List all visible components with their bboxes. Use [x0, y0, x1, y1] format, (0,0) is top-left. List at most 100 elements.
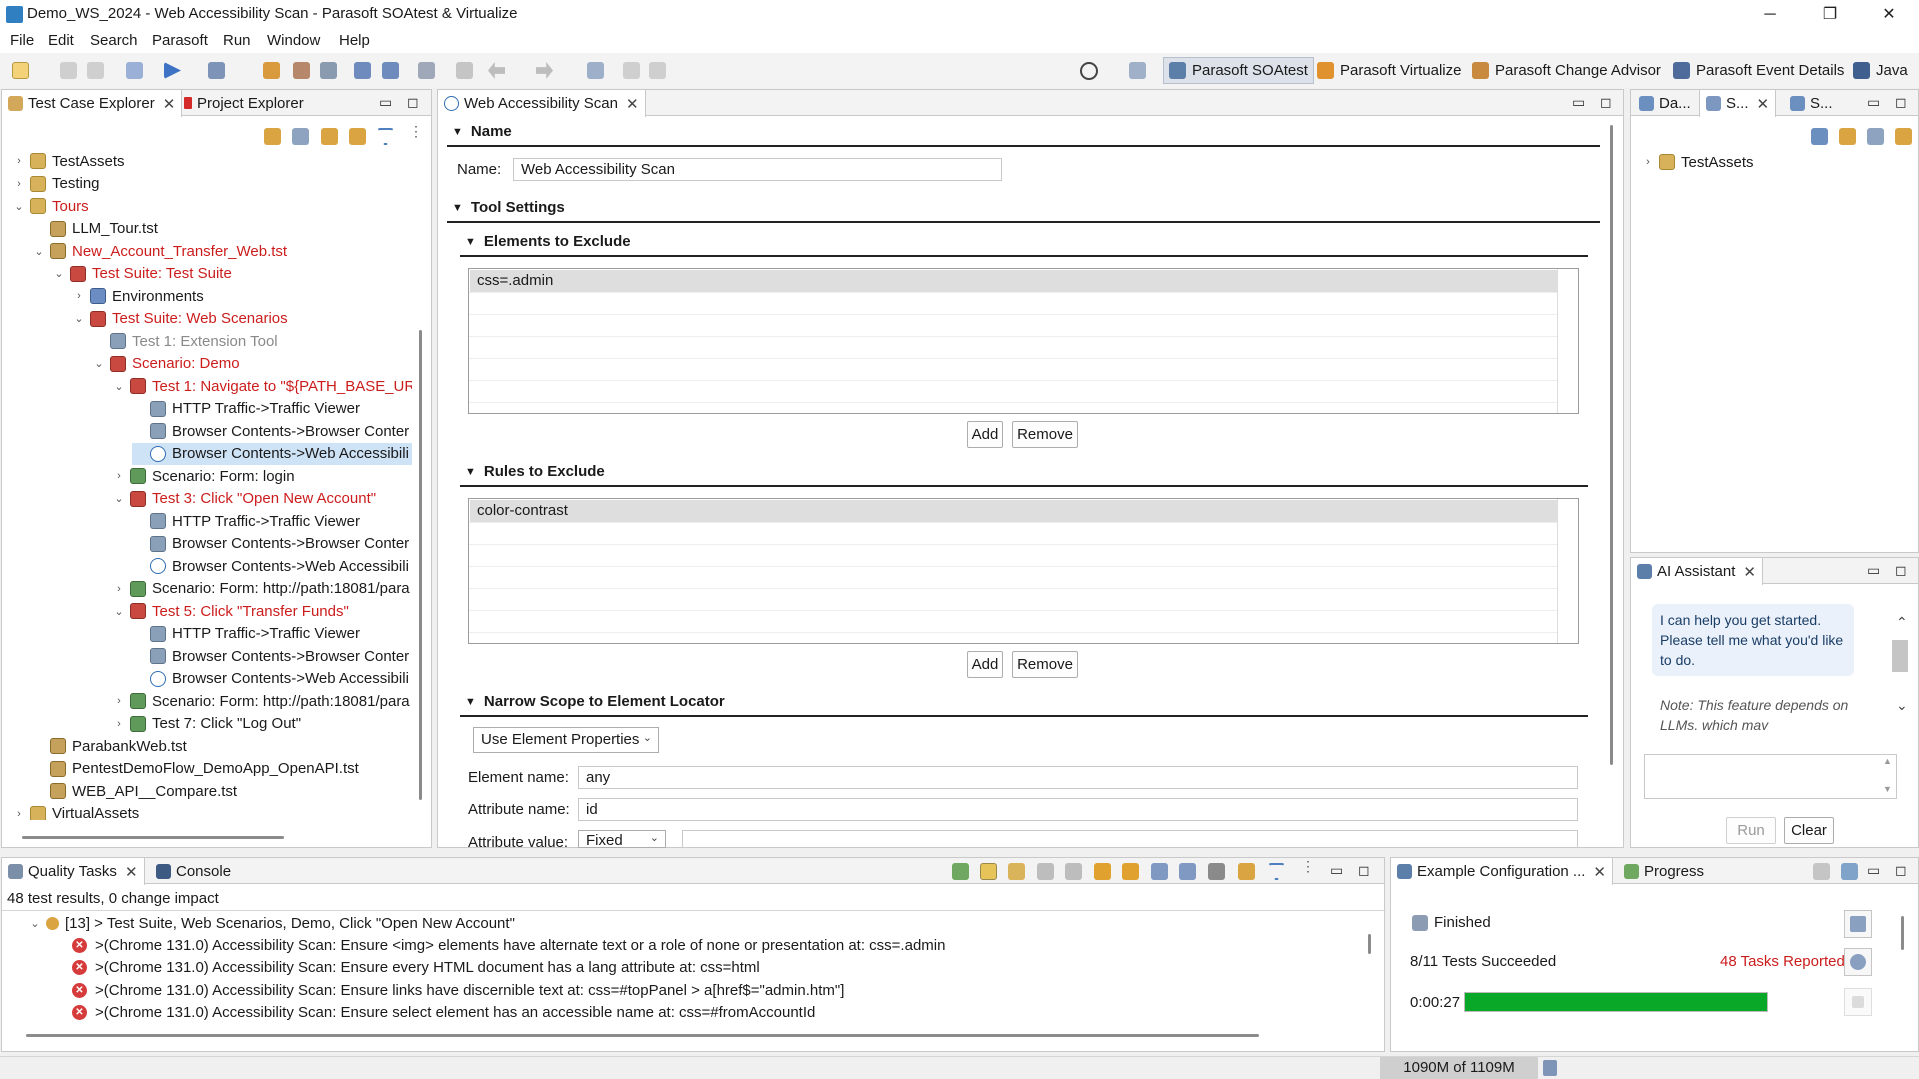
- sync-icon[interactable]: [264, 128, 281, 145]
- details-button[interactable]: [1844, 948, 1872, 976]
- tree-item[interactable]: Browser Contents->Web Accessibili: [132, 442, 412, 465]
- chevron-down-icon[interactable]: ⌄: [112, 492, 126, 505]
- debug-icon[interactable]: [126, 62, 143, 79]
- chevron-down-icon[interactable]: ⌄: [112, 605, 126, 618]
- pin-icon[interactable]: [349, 128, 366, 145]
- tasks-horizontal-scrollbar[interactable]: [26, 1034, 1259, 1037]
- tree-item-testassets[interactable]: › TestAssets: [1641, 151, 1753, 173]
- view-menu-icon[interactable]: ⋮: [409, 124, 423, 145]
- remove-rule-button[interactable]: Remove: [1012, 651, 1078, 678]
- tree-item[interactable]: ⌄ New_Account_Transfer_Web.tst: [32, 240, 287, 262]
- forward-icon[interactable]: [536, 62, 553, 79]
- open-type-icon[interactable]: [263, 62, 280, 79]
- tab-web-accessibility-scan[interactable]: Web Accessibility Scan ✕: [437, 90, 646, 117]
- chevron-right-icon[interactable]: ›: [12, 155, 26, 167]
- tree-item[interactable]: HTTP Traffic->Traffic Viewer: [132, 398, 360, 420]
- chevron-right-icon[interactable]: ›: [12, 808, 26, 820]
- tree-item[interactable]: ⌄ Test 5: Click "Transfer Funds": [112, 600, 348, 622]
- maximize-editor-icon[interactable]: ◻: [1600, 94, 1612, 111]
- tree-item[interactable]: ⌄ Scenario: Demo: [92, 353, 239, 375]
- add-element-button[interactable]: Add: [967, 421, 1003, 448]
- input-scroll-up-icon[interactable]: ▲: [1883, 756, 1892, 766]
- vertical-scrollbar[interactable]: [419, 330, 422, 800]
- minimize-button[interactable]: ─: [1740, 0, 1800, 29]
- chevron-down-icon[interactable]: ⌄: [52, 267, 66, 280]
- menu-edit[interactable]: Edit: [48, 32, 74, 49]
- tree-item[interactable]: › Scenario: Form: login: [112, 465, 294, 487]
- tool-icon[interactable]: [293, 62, 310, 79]
- open-perspective-icon[interactable]: [1129, 62, 1146, 79]
- maximize-panel-icon[interactable]: ◻: [1895, 562, 1907, 579]
- tasks-vertical-scrollbar[interactable]: [1368, 934, 1371, 954]
- tab-console[interactable]: Console: [150, 858, 237, 884]
- toggle-icon[interactable]: [418, 62, 435, 79]
- run-button[interactable]: Run: [1726, 817, 1776, 844]
- minimize-panel-icon[interactable]: ▭: [1867, 562, 1880, 579]
- menu-window[interactable]: Window: [267, 32, 320, 49]
- report-button[interactable]: [1844, 910, 1872, 938]
- perspective-java[interactable]: Java: [1848, 57, 1913, 84]
- menu-parasoft[interactable]: Parasoft: [152, 32, 208, 49]
- run-config-icon[interactable]: [208, 62, 225, 79]
- scope-select[interactable]: Use Element Properties ⌄: [473, 727, 659, 753]
- new-icon[interactable]: [12, 62, 29, 79]
- close-tab-icon[interactable]: ✕: [1757, 95, 1770, 113]
- tree-item[interactable]: PentestDemoFlow_DemoApp_OpenAPI.tst: [32, 758, 359, 780]
- elements-list[interactable]: css=.admin: [468, 268, 1579, 414]
- back-icon[interactable]: [488, 62, 505, 79]
- ai-input[interactable]: [1644, 754, 1897, 799]
- close-tab-icon[interactable]: ✕: [1593, 863, 1606, 881]
- pin-icon[interactable]: [1238, 863, 1255, 880]
- settings-tool-icon[interactable]: [320, 62, 337, 79]
- close-tab-icon[interactable]: ✕: [125, 863, 138, 881]
- run-icon[interactable]: [164, 62, 181, 79]
- maximize-panel-icon[interactable]: ◻: [1895, 862, 1907, 879]
- chevron-down-icon[interactable]: ⌄: [112, 380, 126, 393]
- tree-item[interactable]: Browser Contents->Web Accessibili: [132, 668, 409, 690]
- task-row[interactable]: ✕ >(Chrome 131.0) Accessibility Scan: Ens…: [72, 1002, 815, 1024]
- perspective-soatest[interactable]: Parasoft SOAtest: [1163, 57, 1314, 84]
- pin-icon[interactable]: [1895, 128, 1912, 145]
- scroll-down-icon[interactable]: ⌄: [1896, 697, 1908, 714]
- minimize-editor-icon[interactable]: ▭: [1572, 94, 1585, 111]
- perspective-change-advisor[interactable]: Parasoft Change Advisor: [1467, 57, 1666, 84]
- maximize-panel-icon[interactable]: ◻: [1895, 94, 1907, 111]
- chevron-right-icon[interactable]: ›: [112, 695, 126, 707]
- task-row[interactable]: ✕ >(Chrome 131.0) Accessibility Scan: Ens…: [72, 979, 844, 1001]
- attribute-name-field[interactable]: id: [578, 798, 1578, 821]
- minimize-panel-icon[interactable]: ▭: [1867, 862, 1880, 879]
- chevron-right-icon[interactable]: ›: [72, 290, 86, 302]
- chevron-right-icon[interactable]: ›: [112, 470, 126, 482]
- filter-icon[interactable]: [1268, 863, 1285, 880]
- tab-search[interactable]: S... ✕: [1699, 90, 1777, 117]
- close-tab-icon[interactable]: ✕: [626, 95, 639, 113]
- maximize-panel-icon[interactable]: ◻: [1358, 862, 1370, 879]
- tree-item[interactable]: › Test 7: Click "Log Out": [112, 713, 301, 735]
- search-tool-icon[interactable]: [354, 62, 371, 79]
- tree-item[interactable]: Browser Contents->Browser Conter: [132, 533, 409, 555]
- tree-item[interactable]: › Scenario: Form: http://path:18081/para: [112, 690, 410, 712]
- tab-data[interactable]: Da...: [1633, 90, 1697, 116]
- task-row[interactable]: ✕ >(Chrome 131.0) Accessibility Scan: Ens…: [72, 957, 760, 979]
- tree-item[interactable]: Browser Contents->Browser Conter: [132, 645, 409, 667]
- save-icon[interactable]: [60, 62, 77, 79]
- collapse-all-icon[interactable]: [1179, 863, 1196, 880]
- tree-item[interactable]: ⌄ Test Suite: Web Scenarios: [72, 308, 287, 330]
- chevron-down-icon[interactable]: ⌄: [92, 357, 106, 370]
- stop-button[interactable]: [1844, 988, 1872, 1016]
- tool-settings-header[interactable]: ▼ Tool Settings: [452, 199, 565, 216]
- annotation-icon[interactable]: [456, 62, 473, 79]
- minimize-panel-icon[interactable]: ▭: [1330, 862, 1343, 879]
- chevron-down-icon[interactable]: ⌄: [72, 312, 86, 325]
- tree-item[interactable]: HTTP Traffic->Traffic Viewer: [132, 623, 360, 645]
- tree-item[interactable]: › Testing: [12, 173, 99, 195]
- tab-test-case-explorer[interactable]: Test Case Explorer ✕: [1, 90, 183, 117]
- chevron-down-icon[interactable]: ⌄: [12, 200, 26, 213]
- tree-item[interactable]: › Environments: [72, 285, 204, 307]
- tree-item[interactable]: › VirtualAssets: [12, 803, 139, 820]
- tab-progress[interactable]: Progress: [1618, 858, 1710, 884]
- elements-to-exclude-header[interactable]: ▼ Elements to Exclude: [465, 233, 631, 250]
- horizontal-scrollbar[interactable]: [22, 836, 284, 839]
- remove-element-button[interactable]: Remove: [1012, 421, 1078, 448]
- browse-icon[interactable]: [382, 62, 399, 79]
